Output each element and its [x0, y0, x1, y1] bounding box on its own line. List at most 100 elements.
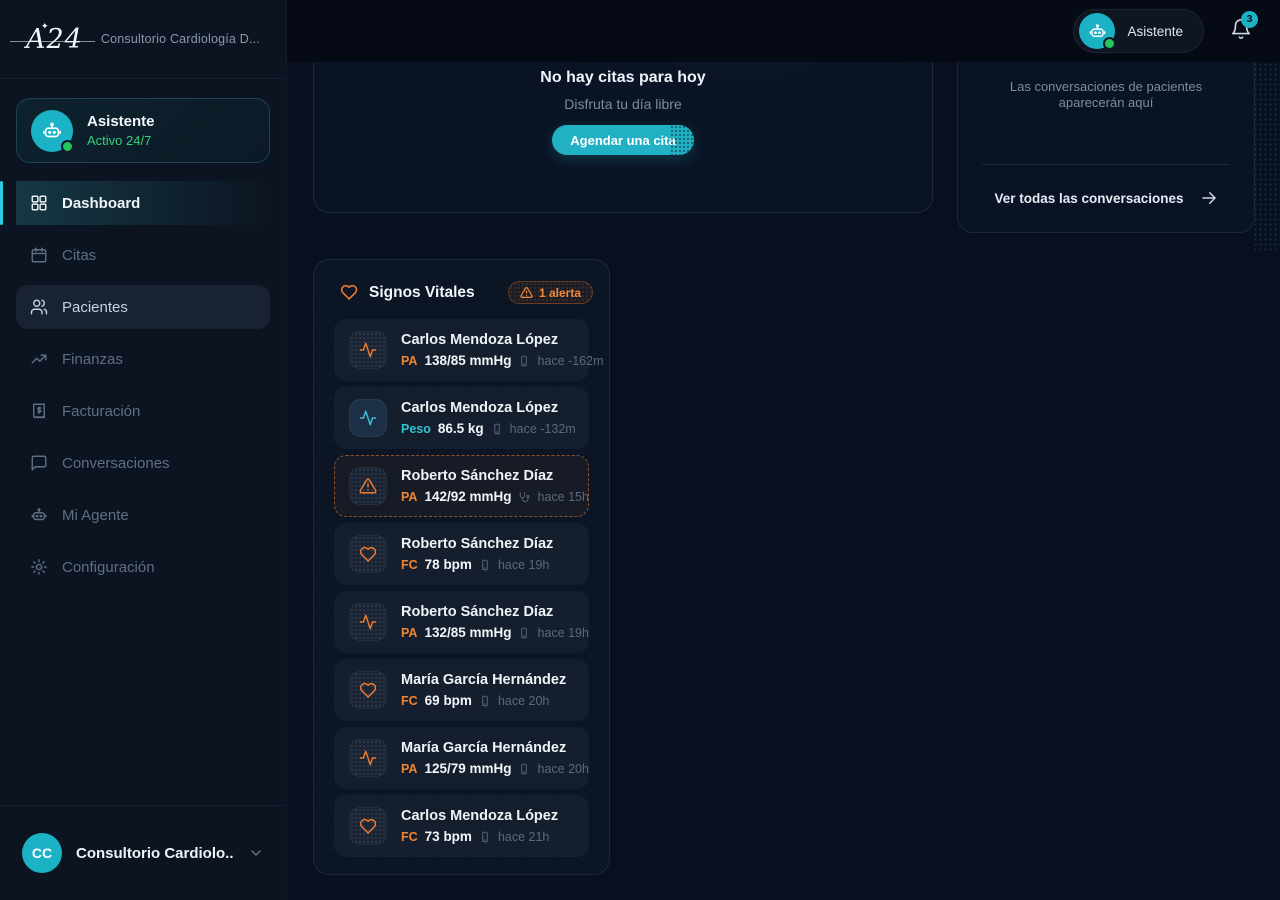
sidebar-item-facturacion[interactable]: Facturación: [16, 389, 270, 433]
appointments-empty-state: No hay citas para hoy Disfruta tu día li…: [314, 69, 932, 155]
conversations-card: Las conversaciones de pacientes aparecer…: [957, 62, 1255, 233]
decorative-dot-texture: [1253, 62, 1280, 252]
sidebar-item-label: Pacientes: [62, 299, 128, 316]
heart-icon: [349, 671, 387, 709]
appointments-card: No hay citas para hoy Disfruta tu día li…: [313, 62, 933, 213]
vital-sign-row[interactable]: Carlos Mendoza López PA 138/85 mmHg hace…: [334, 319, 589, 381]
vital-signs-card: Signos Vitales 1 alerta Carlos Mendoza L…: [313, 259, 610, 875]
metric-label: PA: [401, 354, 417, 368]
chevron-down-icon: [248, 845, 264, 861]
warning-icon: [349, 467, 387, 505]
schedule-appointment-button[interactable]: Agendar una cita: [552, 125, 693, 155]
app-logo: ✦A24: [20, 24, 89, 55]
metric-label: PA: [401, 762, 417, 776]
vital-sign-row[interactable]: María García Hernández PA 125/79 mmHg ha…: [334, 727, 589, 789]
phone-icon: [518, 355, 530, 367]
clinic-name: Consultorio Cardiología D...: [101, 32, 260, 46]
empty-title: No hay citas para hoy: [540, 69, 705, 87]
notifications-button[interactable]: 3: [1230, 18, 1252, 45]
users-icon: [30, 298, 48, 316]
sidebar-item-label: Citas: [62, 247, 96, 264]
measurement-time: hace 20h: [537, 762, 588, 776]
sidebar-nav: Dashboard Citas Pacientes Finanzas Factu…: [0, 181, 286, 589]
patient-name: María García Hernández: [401, 672, 566, 688]
phone-icon: [479, 559, 491, 571]
patient-name: Roberto Sánchez Díaz: [401, 468, 576, 484]
assistant-avatar: [31, 110, 73, 152]
patient-name: Roberto Sánchez Díaz: [401, 536, 553, 552]
heart-icon: [340, 283, 359, 302]
metric-label: FC: [401, 558, 418, 572]
receipt-icon: [30, 402, 48, 420]
metric-value: 78 bpm: [425, 557, 472, 572]
metric-label: PA: [401, 490, 417, 504]
sidebar-item-configuracion[interactable]: Configuración: [16, 545, 270, 589]
sidebar-item-label: Configuración: [62, 559, 155, 576]
phone-icon: [479, 695, 491, 707]
grid-icon: [30, 194, 48, 212]
sidebar-item-citas[interactable]: Citas: [16, 233, 270, 277]
metric-value: 142/92 mmHg: [424, 489, 511, 504]
vital-signs-list: Carlos Mendoza López PA 138/85 mmHg hace…: [334, 319, 589, 857]
sidebar-header: ✦A24 Consultorio Cardiología D...: [0, 0, 286, 79]
arrow-right-icon: [1200, 189, 1218, 207]
metric-label: FC: [401, 830, 418, 844]
sidebar-item-label: Facturación: [62, 403, 140, 420]
sidebar-item-label: Conversaciones: [62, 455, 170, 472]
sidebar-item-pacientes[interactable]: Pacientes: [16, 285, 270, 329]
metric-value: 132/85 mmHg: [424, 625, 511, 640]
calendar-icon: [30, 246, 48, 264]
assistant-card-title: Asistente: [87, 113, 155, 130]
patient-name: María García Hernández: [401, 740, 576, 756]
robot-icon: [30, 506, 48, 524]
metric-label: PA: [401, 626, 417, 640]
activity-icon: [349, 603, 387, 641]
sidebar-item-conversaciones[interactable]: Conversaciones: [16, 441, 270, 485]
sidebar-item-label: Finanzas: [62, 351, 123, 368]
patient-name: Roberto Sánchez Díaz: [401, 604, 576, 620]
online-status-dot: [1103, 37, 1116, 50]
heart-icon: [349, 535, 387, 573]
avatar: CC: [22, 833, 62, 873]
measurement-time: hace -132m: [510, 422, 576, 436]
metric-value: 138/85 mmHg: [424, 353, 511, 368]
sidebar-item-label: Dashboard: [62, 195, 140, 212]
patient-name: Carlos Mendoza López: [401, 332, 576, 348]
phone-icon: [518, 763, 530, 775]
patient-name: Carlos Mendoza López: [401, 400, 576, 416]
alert-count-badge: 1 alerta: [508, 281, 593, 304]
vital-sign-row[interactable]: Roberto Sánchez Díaz FC 78 bpm hace 19h: [334, 523, 589, 585]
sidebar-item-finanzas[interactable]: Finanzas: [16, 337, 270, 381]
sidebar: ✦A24 Consultorio Cardiología D... Asiste…: [0, 0, 287, 900]
heart-icon: [349, 807, 387, 845]
measurement-time: hace 21h: [498, 830, 549, 844]
vital-sign-row[interactable]: Carlos Mendoza López FC 73 bpm hace 21h: [334, 795, 589, 857]
assistant-pill-button[interactable]: Asistente: [1073, 9, 1204, 53]
phone-icon: [479, 831, 491, 843]
activity-icon: [349, 739, 387, 777]
view-all-conversations-label: Ver todas las conversaciones: [994, 191, 1183, 206]
chat-icon: [30, 454, 48, 472]
sidebar-item-mi-agente[interactable]: Mi Agente: [16, 493, 270, 537]
sidebar-item-dashboard[interactable]: Dashboard: [16, 181, 270, 225]
vital-sign-row[interactable]: Carlos Mendoza López Peso 86.5 kg hace -…: [334, 387, 589, 449]
account-switcher[interactable]: CC Consultorio Cardiolo...: [0, 805, 286, 900]
vital-sign-row[interactable]: Roberto Sánchez Díaz PA 132/85 mmHg hace…: [334, 591, 589, 653]
metric-label: FC: [401, 694, 418, 708]
assistant-status-card[interactable]: Asistente Activo 24/7: [16, 98, 270, 163]
online-status-dot: [61, 140, 74, 153]
measurement-time: hace 15h: [537, 490, 588, 504]
view-all-conversations-link[interactable]: Ver todas las conversaciones: [958, 164, 1254, 232]
patient-name: Carlos Mendoza López: [401, 808, 558, 824]
sidebar-item-label: Mi Agente: [62, 507, 129, 524]
metric-value: 73 bpm: [425, 829, 472, 844]
top-header: Asistente 3: [287, 0, 1280, 62]
empty-subtitle: Disfruta tu día libre: [564, 96, 682, 112]
main-content: No hay citas para hoy Disfruta tu día li…: [287, 62, 1280, 900]
assistant-card-status: Activo 24/7: [87, 133, 155, 148]
phone-icon: [491, 423, 503, 435]
vital-sign-row[interactable]: María García Hernández FC 69 bpm hace 20…: [334, 659, 589, 721]
measurement-time: hace 20h: [498, 694, 549, 708]
vital-sign-row[interactable]: Roberto Sánchez Díaz PA 142/92 mmHg hace…: [334, 455, 589, 517]
measurement-time: hace 19h: [537, 626, 588, 640]
